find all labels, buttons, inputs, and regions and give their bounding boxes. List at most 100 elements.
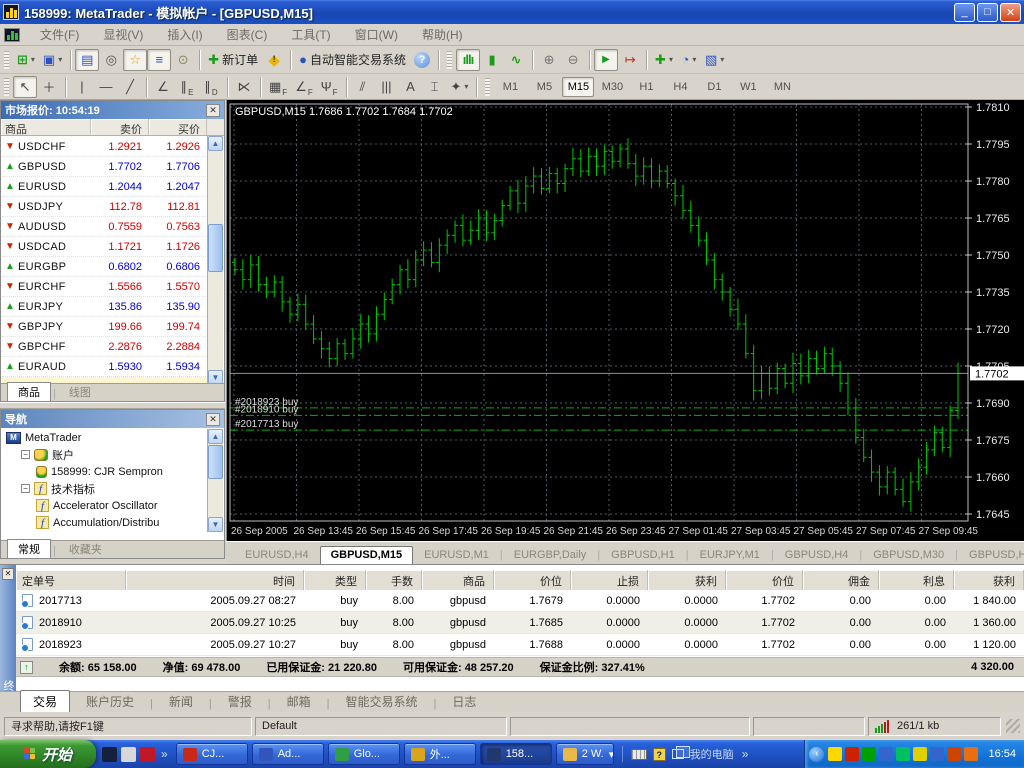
market-watch-row[interactable]: ▼USDCAD1.17211.1726: [2, 237, 208, 257]
restore-windows-icon[interactable]: [672, 749, 684, 759]
orders-column-10[interactable]: 利息: [879, 570, 954, 590]
navigator-item[interactable]: −f技术指标: [2, 480, 208, 497]
trend-by-angle-button[interactable]: ∠: [151, 76, 175, 98]
trendline-button[interactable]: ╱: [118, 76, 142, 98]
period-button-M15[interactable]: M15: [562, 77, 594, 97]
menu-item-6[interactable]: 帮助(H): [410, 26, 475, 44]
terminal-close-icon[interactable]: ✕: [2, 568, 14, 580]
fibo-expansion-button[interactable]: ΨF: [317, 76, 342, 98]
market-watch-row[interactable]: ▼GBPCHF2.28762.2884: [2, 337, 208, 357]
new-order-button[interactable]: ✚新订单: [204, 49, 262, 71]
scroll-up-icon[interactable]: ▲: [208, 429, 223, 444]
market-watch-caption[interactable]: 市场报价: 10:54:19 ✕: [1, 101, 224, 119]
strategy-tester-button[interactable]: ⊙: [171, 49, 195, 71]
market-watch-row[interactable]: ▼USDCHF1.29211.2926: [2, 137, 208, 157]
scrollbar-thumb[interactable]: [208, 445, 223, 479]
chart-tab-5[interactable]: EURJPY,M1: [689, 546, 771, 564]
market-watch-scrollbar[interactable]: ▲ ▼: [207, 136, 223, 385]
period-button-H1[interactable]: H1: [630, 77, 662, 97]
chart-tab-0[interactable]: EURUSD,H4: [234, 546, 320, 564]
market-watch-row[interactable]: ▼AUDUSD0.75590.7563: [2, 217, 208, 237]
menu-item-1[interactable]: 显视(V): [91, 26, 155, 44]
price-chart[interactable]: 1.78101.77951.77801.77651.77501.77351.77…: [226, 100, 1024, 541]
text-button[interactable]: A: [399, 76, 423, 98]
quick-launch-icon-1[interactable]: [121, 747, 136, 762]
navigator-item[interactable]: fAccumulation/Distribu: [2, 514, 208, 531]
terminal-toggle-button[interactable]: ≡: [147, 49, 171, 71]
market-watch-tab-1[interactable]: 线图: [58, 382, 102, 401]
column-ask[interactable]: 买价: [149, 119, 207, 135]
quick-launch-icon-0[interactable]: [102, 747, 117, 762]
market-watch-row[interactable]: ▼GBPJPY199.66199.74: [2, 317, 208, 337]
tray-icon-0[interactable]: [828, 747, 842, 761]
cycle-lines-button[interactable]: |||: [375, 76, 399, 98]
orders-column-6[interactable]: 止损: [571, 570, 648, 590]
orders-column-11[interactable]: 获利: [954, 570, 1024, 590]
auto-scroll-button[interactable]: ▶: [594, 49, 618, 71]
order-row[interactable]: 20189232005.09.27 10:27buy8.00gbpusd1.76…: [16, 634, 1024, 656]
tray-icon-2[interactable]: [862, 747, 876, 761]
crosshair-button[interactable]: ＋: [37, 76, 61, 98]
task-button-1[interactable]: Ad...: [252, 743, 324, 765]
horizontal-line-button[interactable]: —: [94, 76, 118, 98]
help-button[interactable]: ?: [410, 49, 434, 71]
orders-column-3[interactable]: 手数: [366, 570, 422, 590]
menu-item-2[interactable]: 插入(I): [155, 26, 214, 44]
market-watch-toggle-button[interactable]: ▤: [75, 49, 99, 71]
order-row[interactable]: 20189102005.09.27 10:25buy8.00gbpusd1.76…: [16, 612, 1024, 634]
orders-column-9[interactable]: 佣金: [803, 570, 879, 590]
task-button-0[interactable]: CJ...: [176, 743, 248, 765]
period-button-W1[interactable]: W1: [732, 77, 764, 97]
navigator-tab-1[interactable]: 收藏夹: [58, 539, 113, 558]
tray-icon-7[interactable]: [947, 747, 961, 761]
arrows-dropdown-button[interactable]: ✦▾: [447, 76, 473, 98]
new-chart-button[interactable]: ⊞▾: [13, 49, 39, 71]
market-watch-row[interactable]: ▲EURJPY135.86135.90: [2, 297, 208, 317]
terminal-caption-strip[interactable]: ✕ 终端: [0, 565, 16, 712]
chart-tab-2[interactable]: EURUSD,M1: [413, 546, 500, 564]
navigator-toggle-button[interactable]: ☆: [123, 49, 147, 71]
orders-column-0[interactable]: 定单号: [16, 570, 126, 590]
tray-icon-1[interactable]: [845, 747, 859, 761]
tree-expander-icon[interactable]: −: [21, 484, 30, 493]
terminal-tab-1[interactable]: 账户历史: [74, 691, 146, 713]
terminal-tab-4[interactable]: 邮箱: [275, 691, 323, 713]
market-watch-tab-0[interactable]: 商品: [7, 382, 51, 401]
period-button-H4[interactable]: H4: [664, 77, 696, 97]
market-watch-row[interactable]: ▲EURUSD1.20441.2047: [2, 177, 208, 197]
terminal-tab-3[interactable]: 警报: [216, 691, 264, 713]
tray-icon-3[interactable]: [879, 747, 893, 761]
terminal-tab-0[interactable]: 交易: [20, 690, 70, 713]
market-watch-row[interactable]: ▲EURAUD1.59301.5934: [2, 357, 208, 377]
quick-launch-chevron[interactable]: »: [159, 747, 170, 761]
vertical-line-button[interactable]: |: [70, 76, 94, 98]
tray-icon-4[interactable]: [896, 747, 910, 761]
market-watch-row[interactable]: ▲EURGBP0.68020.6806: [2, 257, 208, 277]
chart-tab-4[interactable]: GBPUSD,H1: [600, 546, 686, 564]
orders-column-2[interactable]: 类型: [304, 570, 366, 590]
navigator-close-icon[interactable]: ✕: [206, 413, 220, 426]
indicators-button[interactable]: ✚▾: [651, 49, 677, 71]
toolbar-overflow-chevron[interactable]: »: [740, 747, 751, 761]
chart-tab-7[interactable]: GBPUSD,M30: [862, 546, 955, 564]
gann-fan-button[interactable]: ⋉: [232, 76, 256, 98]
cursor-button[interactable]: ↖: [13, 76, 37, 98]
orders-column-8[interactable]: 价位: [726, 570, 803, 590]
navigator-caption[interactable]: 导航 ✕: [1, 410, 224, 428]
navigator-scrollbar[interactable]: ▲ ▼: [207, 429, 223, 532]
ime-help-icon[interactable]: ?: [653, 748, 666, 761]
zoom-in-button[interactable]: ⊕: [537, 49, 561, 71]
navigator-tab-0[interactable]: 常规: [7, 539, 51, 558]
terminal-tab-2[interactable]: 新闻: [157, 691, 205, 713]
task-button-2[interactable]: Glo...: [328, 743, 400, 765]
periods-dropdown-button[interactable]: ◔▾: [677, 49, 701, 71]
fibo-retracement-button[interactable]: ▦F: [265, 76, 291, 98]
desktop-toolbar-label[interactable]: 我的电脑: [690, 746, 734, 762]
line-chart-button[interactable]: ∿: [504, 49, 528, 71]
toolbar-grip[interactable]: [447, 51, 452, 69]
fibo-fan-button[interactable]: ∠F: [291, 76, 317, 98]
profiles-button[interactable]: ▣▾: [39, 49, 66, 71]
period-button-M1[interactable]: M1: [494, 77, 526, 97]
candlestick-chart-button[interactable]: ▮: [480, 49, 504, 71]
stddev-channel-button[interactable]: ∥D: [199, 76, 223, 98]
